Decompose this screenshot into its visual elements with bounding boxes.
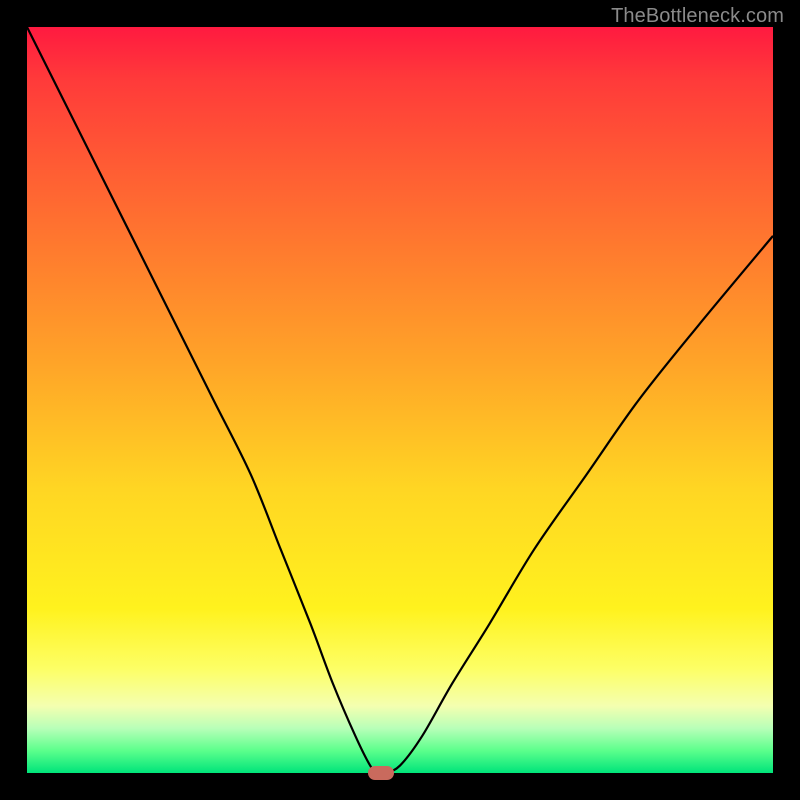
watermark-text: TheBottleneck.com [611, 5, 784, 28]
bottleneck-curve [27, 27, 773, 773]
optimum-marker [368, 766, 394, 780]
chart-frame: TheBottleneck.com [0, 0, 800, 800]
chart-plot-area [27, 27, 773, 773]
